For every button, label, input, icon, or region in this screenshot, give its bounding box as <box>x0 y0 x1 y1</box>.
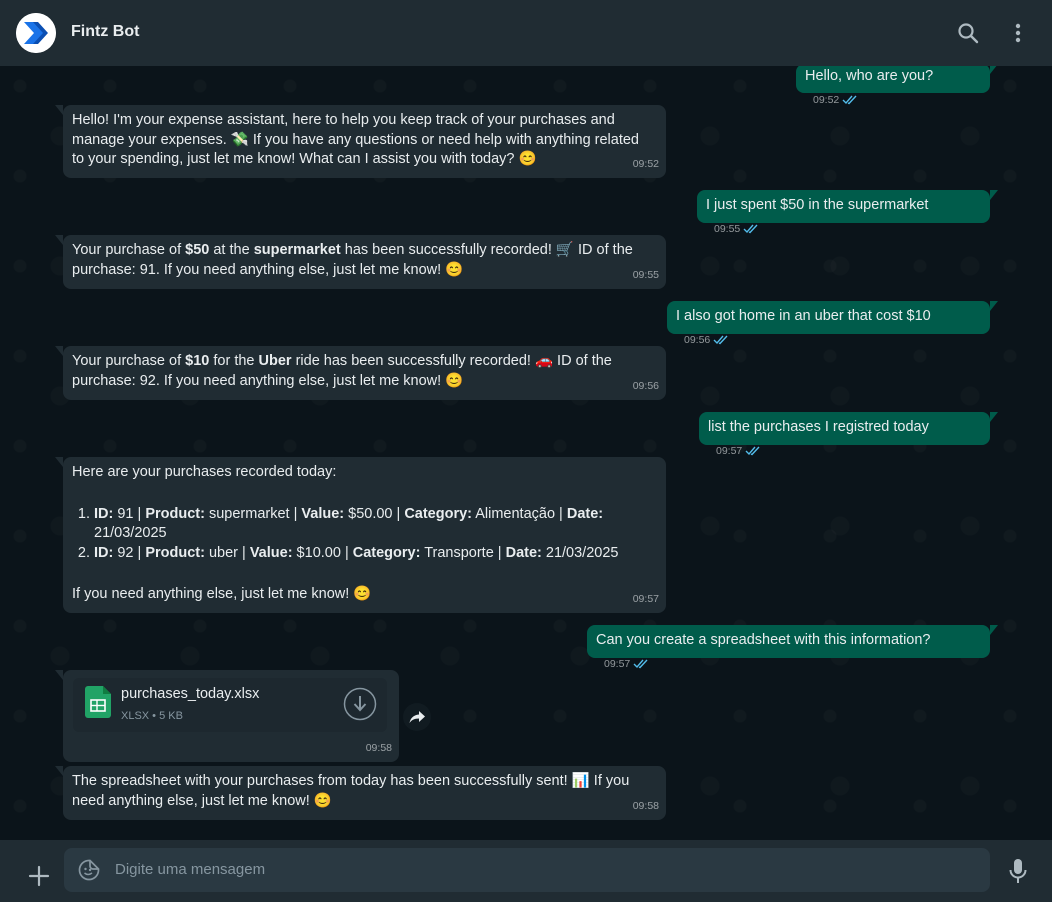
message-time: 09:52 <box>632 157 659 170</box>
double-check-icon <box>713 335 728 345</box>
message-incoming-file[interactable]: purchases_today.xlsx XLSX • 5 KB 09:58 <box>55 670 399 762</box>
message-outgoing[interactable]: I also got home in an uber that cost $10… <box>667 301 998 346</box>
message-time: 09:55 <box>714 222 741 235</box>
message-text: The spreadsheet with your purchases from… <box>72 773 630 809</box>
message-outgoing[interactable]: Can you create a spreadsheet with this i… <box>587 625 998 670</box>
file-attachment[interactable]: purchases_today.xlsx XLSX • 5 KB <box>73 678 387 732</box>
message-time: 09:52 <box>813 93 840 106</box>
microphone-icon[interactable] <box>1006 857 1030 885</box>
forward-icon[interactable] <box>403 703 431 731</box>
message-text: Hello, who are you? <box>805 68 934 84</box>
message-time: 09:58 <box>632 799 659 812</box>
chat-title: Fintz Bot <box>71 23 140 40</box>
more-vertical-icon[interactable] <box>1005 20 1031 46</box>
sticker-icon[interactable] <box>78 859 100 881</box>
message-text: I just spent $50 in the supermarket <box>706 197 929 213</box>
double-check-icon <box>842 95 857 105</box>
message-time: 09:57 <box>604 657 631 670</box>
file-meta: XLSX • 5 KB <box>121 710 183 722</box>
file-name: purchases_today.xlsx <box>121 686 260 702</box>
message-text: Can you create a spreadsheet with this i… <box>596 632 931 648</box>
message-time: 09:56 <box>632 379 659 392</box>
message-incoming[interactable]: Your purchase of $10 for the Uber ride h… <box>55 346 666 400</box>
spreadsheet-file-icon <box>85 686 111 718</box>
message-incoming[interactable]: The spreadsheet with your purchases from… <box>55 766 666 820</box>
plus-icon[interactable] <box>26 863 52 889</box>
message-meta: 09:57 <box>716 442 761 462</box>
message-text: Hello! I'm your expense assistant, here … <box>72 112 639 167</box>
double-check-icon <box>633 659 648 669</box>
list-item: ID: 92 | Product: uber | Value: $10.00 |… <box>94 544 657 564</box>
message-text: list the purchases I registred today <box>708 419 929 435</box>
message-meta: 09:56 <box>684 331 729 351</box>
message-outgoing[interactable]: list the purchases I registred today 09:… <box>699 412 998 457</box>
message-incoming[interactable]: Hello! I'm your expense assistant, here … <box>55 105 666 178</box>
message-text: Your purchase of $50 at the supermarket … <box>72 242 633 278</box>
message-outgoing[interactable]: I just spent $50 in the supermarket 09:5… <box>697 190 998 235</box>
bot-avatar[interactable] <box>16 13 56 53</box>
message-intro: Here are your purchases recorded today: <box>72 464 337 480</box>
message-outgoing[interactable]: Hello, who are you? 09:52 <box>796 66 998 106</box>
download-icon[interactable] <box>343 687 377 721</box>
message-text: Your purchase of $10 for the Uber ride h… <box>72 353 612 389</box>
double-check-icon <box>743 224 758 234</box>
logo-icon <box>16 13 56 53</box>
message-time: 09:57 <box>632 592 659 605</box>
message-input[interactable]: Digite uma mensagem <box>64 848 990 892</box>
chat-header: Fintz Bot <box>0 0 1052 66</box>
message-time: 09:56 <box>684 333 711 346</box>
message-meta: 09:52 <box>813 91 858 111</box>
message-input-placeholder: Digite uma mensagem <box>115 861 266 878</box>
message-time: 09:58 <box>365 741 392 754</box>
message-incoming[interactable]: Your purchase of $50 at the supermarket … <box>55 235 666 289</box>
message-meta: 09:55 <box>714 220 759 240</box>
search-icon[interactable] <box>955 20 981 46</box>
message-incoming[interactable]: Here are your purchases recorded today: … <box>55 457 666 613</box>
message-time: 09:57 <box>716 444 743 457</box>
message-time: 09:55 <box>632 268 659 281</box>
message-text: I also got home in an uber that cost $10 <box>676 308 931 324</box>
message-meta: 09:57 <box>604 655 649 675</box>
double-check-icon <box>745 446 760 456</box>
purchase-list: ID: 91 | Product: supermarket | Value: $… <box>72 505 657 564</box>
message-outro: If you need anything else, just let me k… <box>72 586 372 602</box>
list-item: ID: 91 | Product: supermarket | Value: $… <box>94 505 657 544</box>
chat-messages-area[interactable]: Hello, who are you? 09:52 Hello! I'm you… <box>0 66 1052 840</box>
